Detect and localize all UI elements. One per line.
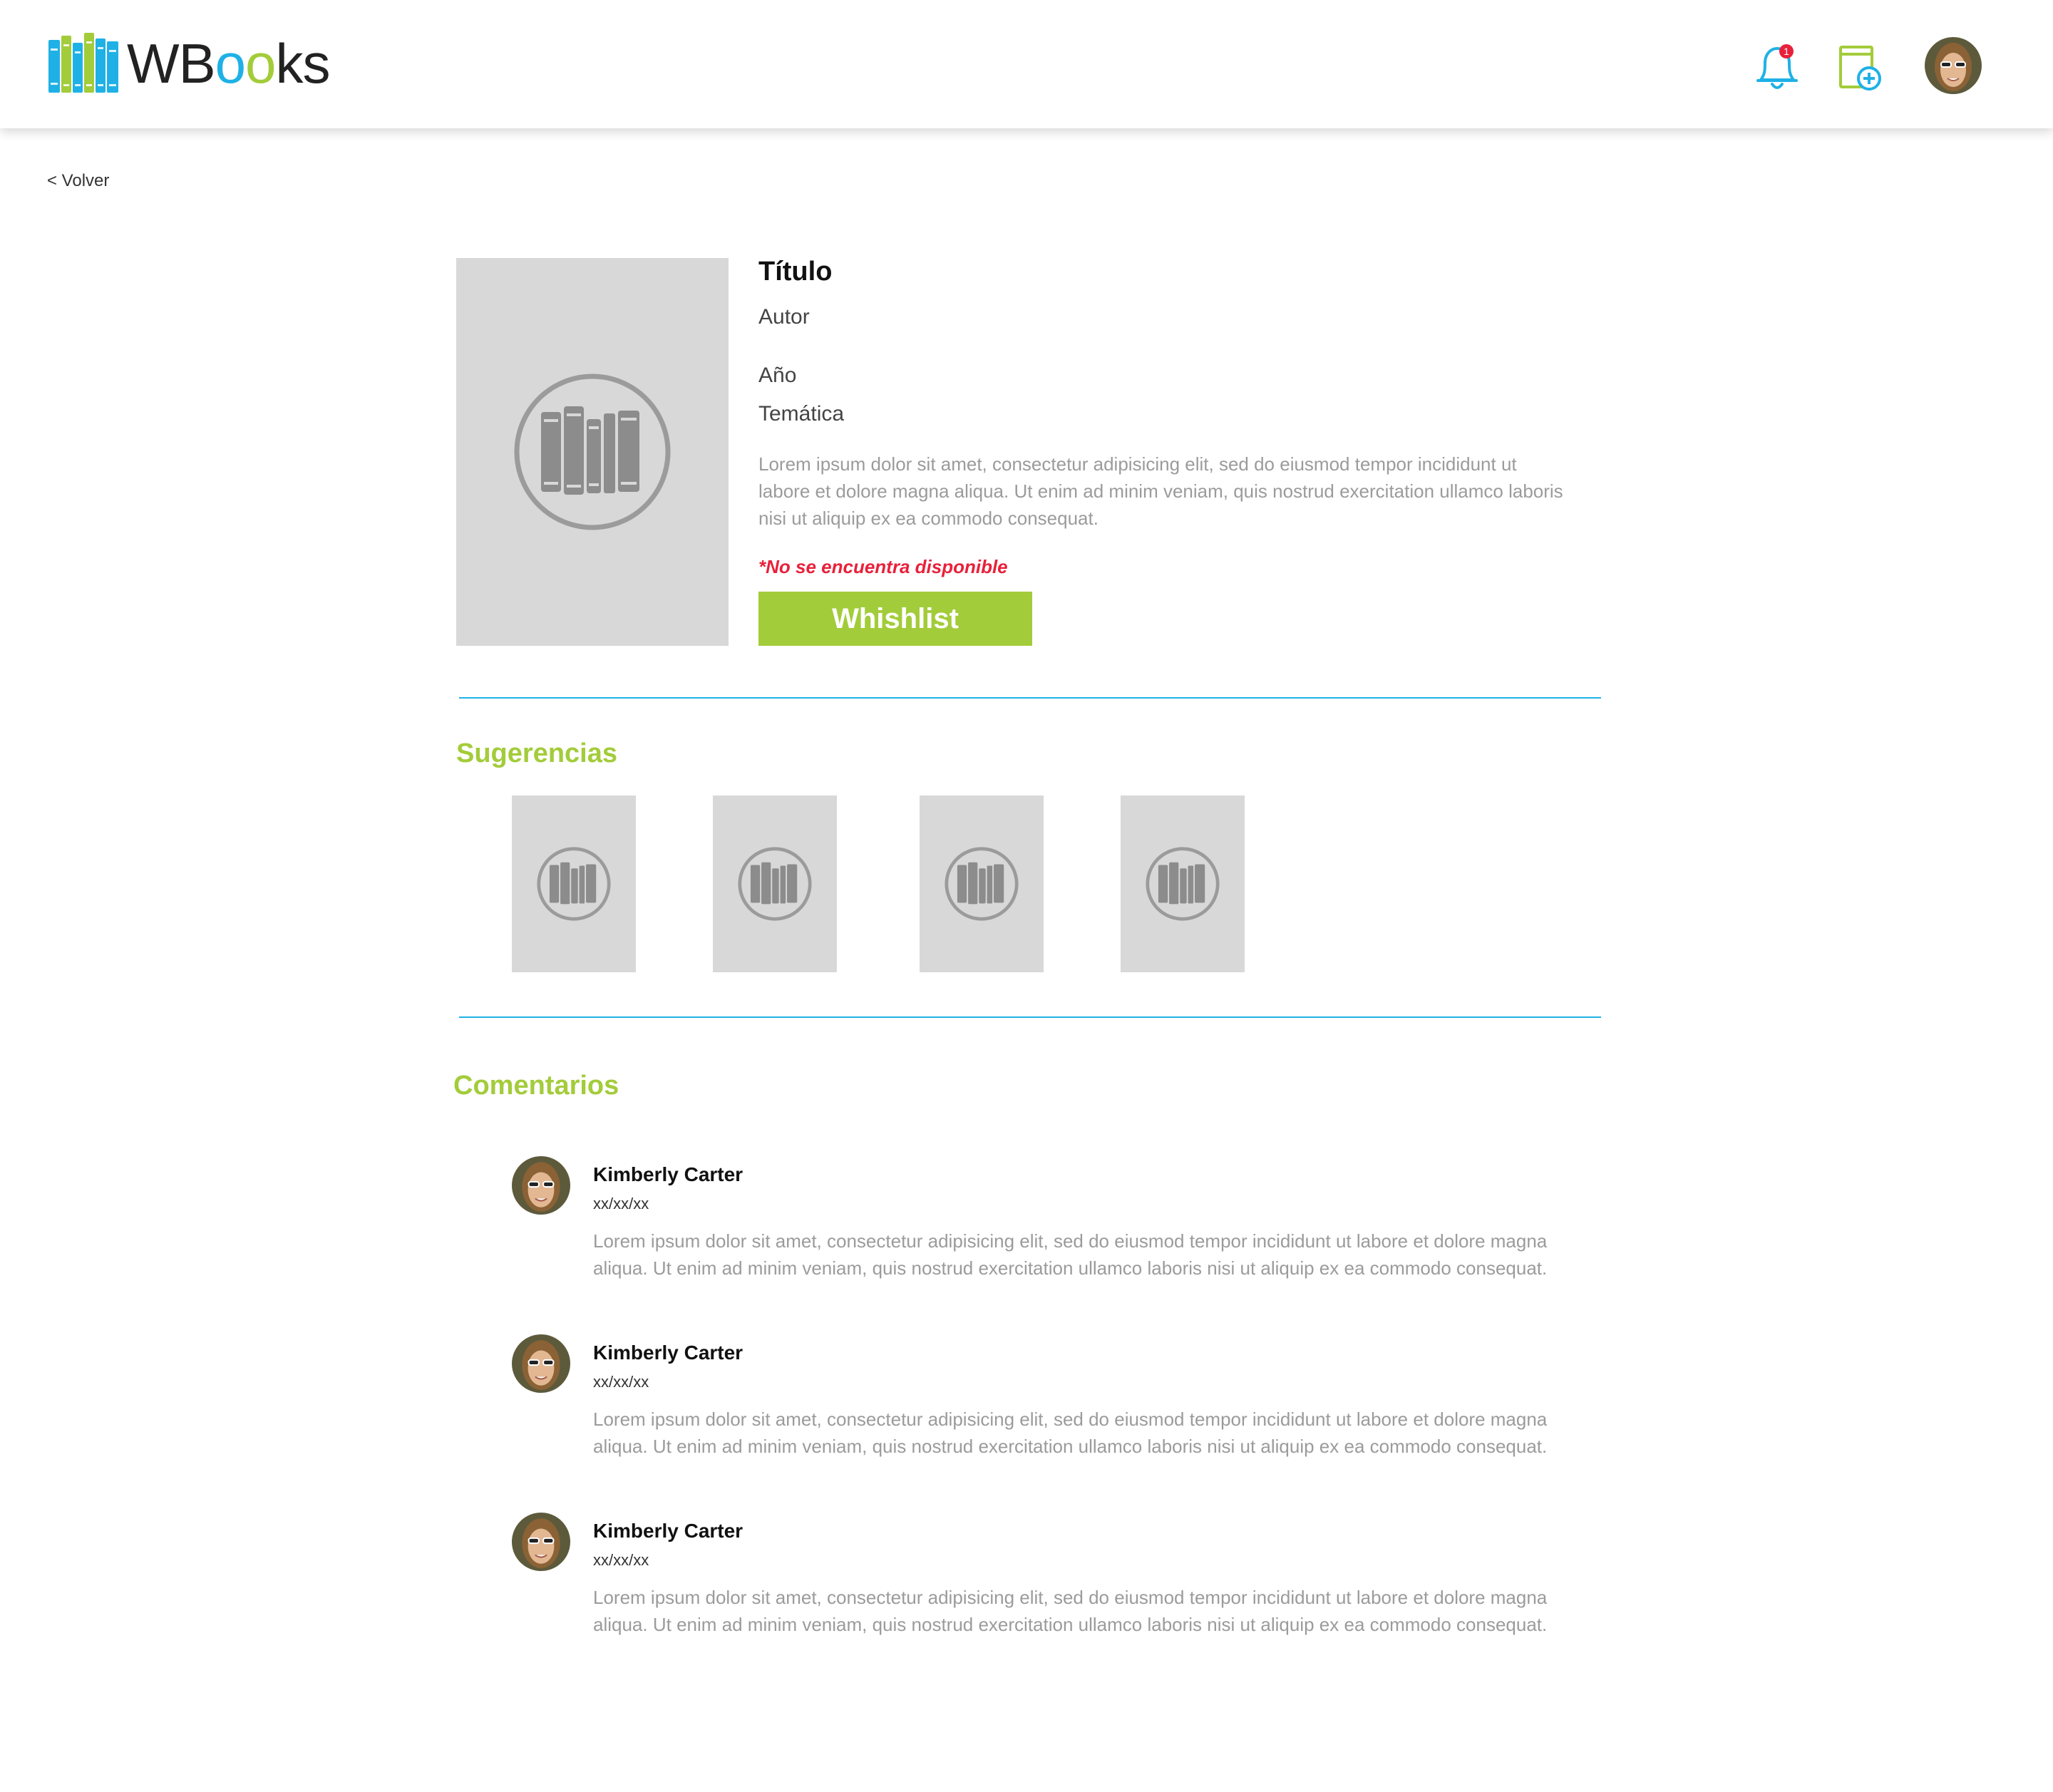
comment-date: xx/xx/xx	[593, 1373, 649, 1391]
book-year: Año	[758, 364, 797, 387]
suggestions-heading: Sugerencias	[456, 738, 617, 768]
avatar-photo-icon	[512, 1156, 570, 1215]
comment-date: xx/xx/xx	[593, 1195, 649, 1212]
books-placeholder-icon	[738, 847, 812, 921]
suggestion-book-4[interactable]	[1121, 795, 1245, 972]
add-book-icon	[1839, 46, 1881, 91]
comments-heading: Comentarios	[453, 1071, 619, 1101]
commenter-avatar[interactable]	[512, 1156, 570, 1215]
back-link[interactable]: < Volver	[47, 171, 109, 191]
commenter-avatar[interactable]	[512, 1513, 570, 1571]
logo-wordmark: WBooks	[127, 32, 330, 95]
commenter-name: Kimberly Carter	[593, 1342, 743, 1364]
top-bar: WBooks 1	[0, 0, 2053, 128]
book-description: Lorem ipsum dolor sit amet, consectetur …	[758, 453, 1563, 529]
avatar-photo-icon	[512, 1334, 570, 1393]
comment-text: Lorem ipsum dolor sit amet, consectetur …	[593, 1409, 1548, 1457]
bell-icon: 1	[1756, 44, 1798, 89]
section-divider	[459, 697, 1601, 699]
avatar-photo-icon	[512, 1513, 570, 1571]
notifications-button[interactable]: 1	[1752, 41, 1802, 94]
comment-text: Lorem ipsum dolor sit amet, consectetur …	[593, 1230, 1548, 1279]
avatar-photo-icon	[1925, 37, 1982, 94]
section-divider	[459, 1016, 1601, 1018]
wishlist-button[interactable]: Whishlist	[758, 592, 1032, 646]
notification-count: 1	[1784, 46, 1789, 57]
comment-text: Lorem ipsum dolor sit amet, consectetur …	[593, 1587, 1548, 1635]
book-title: Título	[758, 257, 833, 287]
suggestion-book-1[interactable]	[512, 795, 636, 972]
availability-notice: *No se encuentra disponible	[758, 556, 1008, 577]
commenter-avatar[interactable]	[512, 1334, 570, 1393]
books-placeholder-icon	[1146, 847, 1220, 921]
books-logo-icon	[48, 33, 118, 93]
comment-date: xx/xx/xx	[593, 1551, 649, 1569]
add-book-button[interactable]	[1838, 44, 1883, 91]
books-placeholder-icon	[514, 374, 671, 530]
book-cover-placeholder	[456, 258, 729, 646]
books-placeholder-icon	[945, 847, 1019, 921]
book-topic: Temática	[758, 402, 845, 426]
book-author: Autor	[758, 305, 810, 329]
books-placeholder-icon	[537, 847, 611, 921]
wbooks-logo[interactable]: WBooks	[47, 31, 330, 96]
user-avatar[interactable]	[1925, 37, 1982, 94]
commenter-name: Kimberly Carter	[593, 1163, 743, 1185]
suggestion-book-2[interactable]	[713, 795, 837, 972]
commenter-name: Kimberly Carter	[593, 1520, 743, 1542]
suggestion-book-3[interactable]	[920, 795, 1044, 972]
